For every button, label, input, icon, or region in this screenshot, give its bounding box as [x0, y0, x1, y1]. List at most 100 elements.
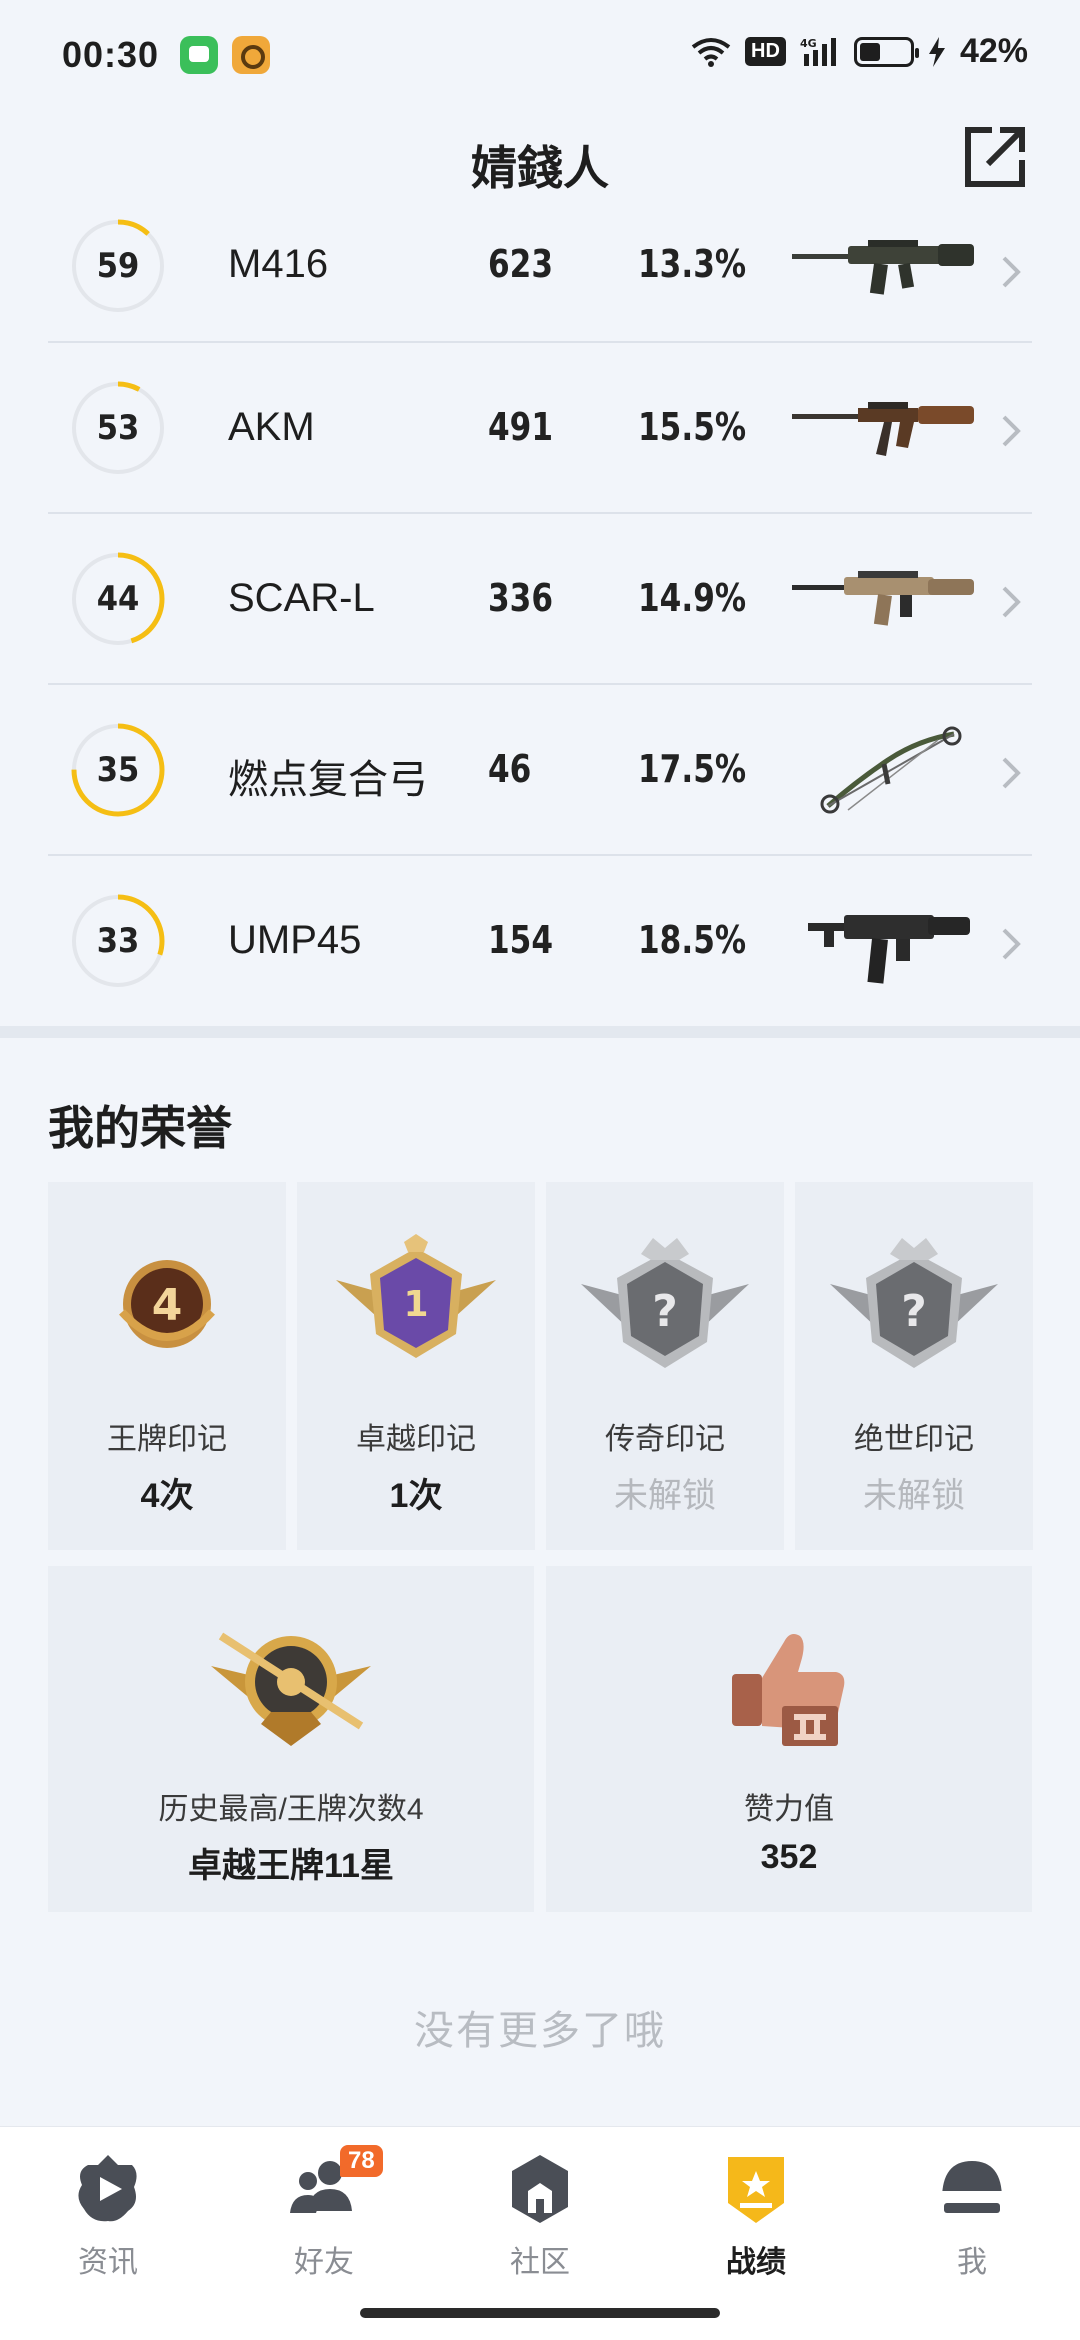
weapon-kills: 46	[488, 747, 532, 791]
honor-value: 1次	[389, 1477, 443, 1515]
weapon-row[interactable]: 35 燃点复合弓 46 17.5%	[48, 685, 1032, 856]
weapon-row[interactable]: 44 SCAR-L 336 14.9%	[48, 514, 1032, 685]
peerless-badge-text: ?	[901, 1286, 927, 1337]
nav-label: 我	[957, 2246, 987, 2279]
weapon-level: 53	[96, 408, 140, 448]
honor-value: 未解锁	[863, 1477, 965, 1515]
weapon-level: 44	[96, 579, 140, 619]
end-of-list-text: 没有更多了哦	[414, 2009, 666, 2053]
weapon-level-ring: 35	[70, 722, 166, 818]
honor-value: 352	[760, 1838, 818, 1876]
honor-card-excellent[interactable]: 1 卓越印记 1次	[297, 1182, 535, 1550]
honor-card-legend[interactable]: ? 传奇印记 未解锁	[546, 1182, 784, 1550]
weapon-name: 燃点复合弓	[228, 758, 428, 802]
home-indicator	[360, 2308, 720, 2318]
nav-item-friends[interactable]: 78 好友	[244, 2145, 404, 2291]
excellent-badge-text: 1	[403, 1284, 428, 1325]
weapon-level: 33	[96, 921, 140, 961]
weapon-level: 59	[96, 246, 140, 286]
rifle-scarl-icon	[792, 571, 974, 626]
honor-card-highest-rank[interactable]: 历史最高/王牌次数4 卓越王牌11星	[48, 1566, 534, 1912]
hd-indicator: HD	[745, 37, 786, 66]
weapon-kills: 336	[488, 576, 554, 620]
section-divider	[0, 1026, 1080, 1038]
nav-label: 资讯	[78, 2246, 138, 2279]
charging-icon	[928, 36, 945, 67]
chevron-right-icon	[1002, 757, 1021, 789]
honors-title: 我的荣誉	[48, 1102, 232, 1154]
helmet-icon	[942, 2161, 1002, 2213]
svg-text:4G: 4G	[800, 37, 817, 50]
honor-label: 历史最高/王牌次数4	[158, 1793, 424, 1826]
weapon-rate: 14.9%	[638, 576, 747, 620]
status-bar: 00:30 HD 4G 42%	[0, 0, 1080, 110]
weapon-row[interactable]: 59 M416 623 13.3%	[48, 200, 1032, 343]
community-icon	[512, 2155, 568, 2223]
nav-label: 好友	[294, 2246, 354, 2279]
thumbs-up-trophy-icon	[732, 1634, 845, 1746]
chevron-right-icon	[1002, 586, 1021, 618]
weapon-level-ring: 59	[70, 218, 166, 314]
weapon-rate: 15.5%	[638, 405, 747, 449]
weapon-kills: 154	[488, 918, 554, 962]
honor-value: 未解锁	[614, 1477, 716, 1515]
honor-value: 卓越王牌11星	[188, 1847, 394, 1885]
battery-percent: 42%	[959, 32, 1028, 70]
friends-badge: 78	[340, 2145, 383, 2177]
excellent-badge-icon: 1	[336, 1234, 496, 1358]
nav-label: 战绩	[726, 2246, 786, 2279]
nav-label: 社区	[510, 2246, 570, 2279]
chevron-right-icon	[1002, 256, 1021, 288]
weapon-level-ring: 53	[70, 380, 166, 476]
nav-item-news[interactable]: 资讯	[28, 2151, 188, 2291]
status-time: 00:30	[62, 34, 160, 75]
battery-icon	[853, 36, 919, 67]
weapon-row[interactable]: 53 AKM 491 15.5%	[48, 343, 1032, 514]
wifi-icon	[691, 37, 731, 67]
ace-badge-icon: 4	[119, 1260, 215, 1348]
share-icon[interactable]	[962, 124, 1028, 190]
chevron-right-icon	[1002, 415, 1021, 447]
nav-item-record[interactable]: 战绩	[676, 2151, 836, 2291]
rifle-akm-icon	[792, 402, 974, 456]
chevron-right-icon	[1002, 928, 1021, 960]
messages-app-icon	[180, 36, 218, 74]
nav-item-community[interactable]: 社区	[460, 2151, 620, 2291]
weapon-row[interactable]: 33 UMP45 154 18.5%	[48, 856, 1032, 1027]
compound-bow-icon	[820, 726, 962, 814]
honor-card-peerless[interactable]: ? 绝世印记 未解锁	[795, 1182, 1033, 1550]
rifle-m416-icon	[792, 240, 974, 295]
honor-label: 卓越印记	[356, 1423, 476, 1456]
game-app-icon	[232, 36, 270, 74]
weapon-kills: 623	[488, 242, 554, 286]
signal-icon: 4G	[800, 37, 836, 66]
peerless-badge-icon: ?	[830, 1238, 998, 1368]
honor-label: 赞力值	[744, 1793, 834, 1826]
record-icon	[728, 2157, 784, 2223]
weapon-kills: 491	[488, 405, 554, 449]
honor-label: 绝世印记	[854, 1423, 974, 1456]
honor-card-ace[interactable]: 4 王牌印记 4次	[48, 1182, 286, 1550]
honor-label: 传奇印记	[605, 1423, 725, 1456]
weapon-name: AKM	[228, 405, 315, 449]
rank-emblem-icon	[211, 1632, 371, 1746]
weapon-rate: 18.5%	[638, 918, 747, 962]
honor-label: 王牌印记	[107, 1423, 227, 1456]
weapon-rate: 17.5%	[638, 747, 747, 791]
weapon-name: UMP45	[228, 918, 362, 962]
honor-value: 4次	[140, 1477, 194, 1515]
smg-ump45-icon	[808, 915, 970, 984]
honor-card-likes[interactable]: 赞力值 352	[546, 1566, 1032, 1912]
weapon-rate: 13.3%	[638, 242, 747, 286]
weapon-level-ring: 44	[70, 551, 166, 647]
weapon-list: 59 M416 623 13.3% 53 AKM 491 15.5% 44 SC…	[48, 200, 1032, 1027]
news-icon	[78, 2155, 137, 2222]
legend-badge-icon: ?	[581, 1238, 749, 1368]
weapon-level-ring: 33	[70, 893, 166, 989]
nav-item-me[interactable]: 我	[892, 2151, 1052, 2291]
weapon-name: SCAR-L	[228, 576, 375, 620]
ace-badge-text: 4	[152, 1280, 183, 1331]
status-indicators: HD 4G 42%	[691, 32, 1028, 71]
legend-badge-text: ?	[652, 1286, 678, 1337]
page-title: 婧錢人	[471, 142, 609, 194]
